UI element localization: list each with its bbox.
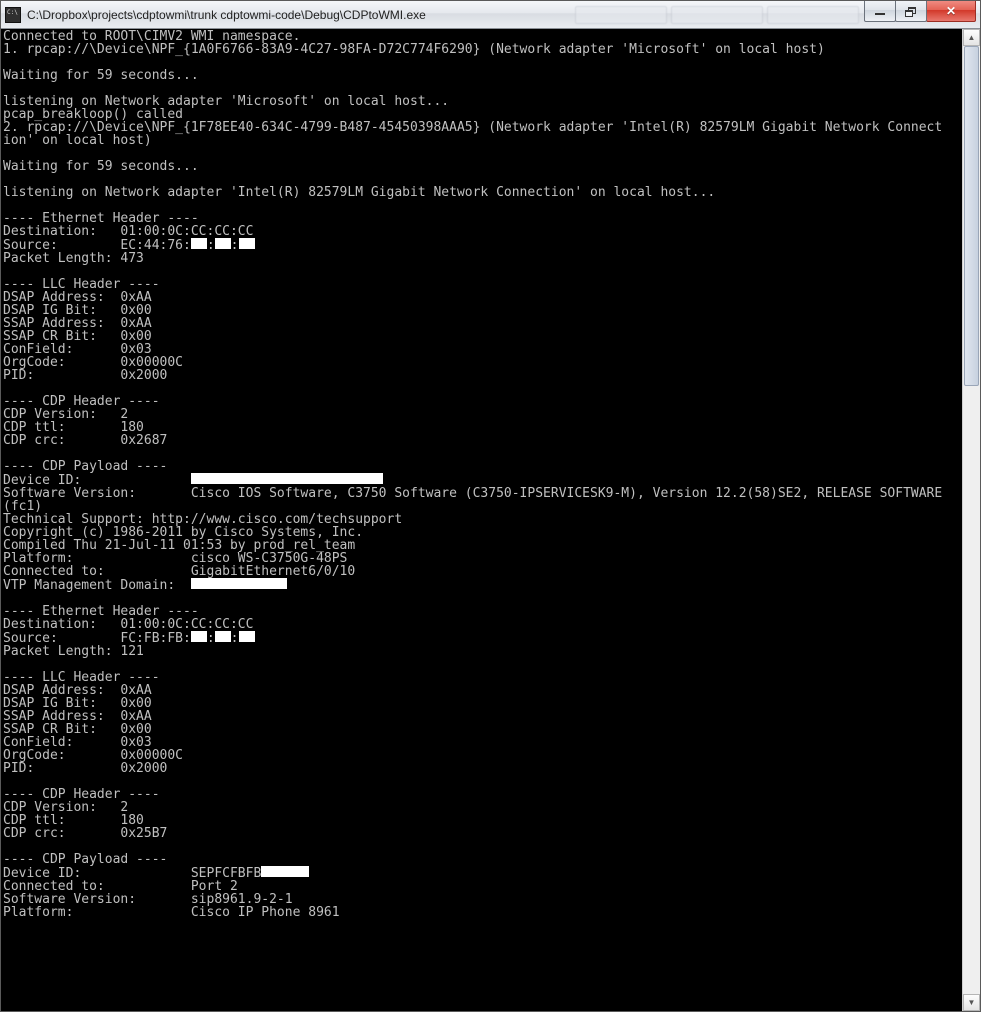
- scroll-up-button[interactable]: ▲: [963, 29, 980, 46]
- scroll-down-button[interactable]: ▼: [963, 994, 980, 1011]
- console-line: ---- CDP Payload ----: [3, 460, 960, 473]
- console-output[interactable]: Connected to ROOT\CIMV2 WMI namespace.1.…: [1, 29, 962, 1011]
- app-window: C:\Dropbox\projects\cdptowmi\trunk cdpto…: [0, 0, 981, 1012]
- redacted-text: [239, 631, 255, 642]
- console-line: Waiting for 59 seconds...: [3, 160, 960, 173]
- window-controls: [865, 1, 976, 21]
- redacted-text: [261, 866, 309, 877]
- console-line: listening on Network adapter 'Intel(R) 8…: [3, 186, 960, 199]
- console-line: ---- CDP Header ----: [3, 788, 960, 801]
- minimize-button[interactable]: [864, 1, 896, 22]
- console-line: Connected to: GigabitEthernet6/0/10: [3, 565, 960, 578]
- vertical-scrollbar[interactable]: ▲ ▼: [962, 29, 980, 1011]
- console-line: CDP crc: 0x2687: [3, 434, 960, 447]
- redacted-text: [215, 238, 231, 249]
- console-app-icon: [5, 7, 21, 23]
- console-line: Destination: 01:00:0C:CC:CC:CC: [3, 618, 960, 631]
- console-line: Software Version: Cisco IOS Software, C3…: [3, 487, 960, 500]
- redacted-text: [239, 238, 255, 249]
- console-line: Waiting for 59 seconds...: [3, 69, 960, 82]
- console-line: Platform: Cisco IP Phone 8961: [3, 906, 960, 919]
- console-line: CDP Version: 2: [3, 801, 960, 814]
- console-line: Destination: 01:00:0C:CC:CC:CC: [3, 225, 960, 238]
- console-line: PID: 0x2000: [3, 369, 960, 382]
- console-line: Source: FC:FB:FB: : :: [3, 631, 960, 645]
- console-line: CDP Version: 2: [3, 408, 960, 421]
- client-area: Connected to ROOT\CIMV2 WMI namespace.1.…: [1, 29, 980, 1011]
- scroll-track[interactable]: [963, 46, 980, 994]
- console-line: Packet Length: 121: [3, 645, 960, 658]
- console-line: Device ID:: [3, 473, 960, 487]
- console-line: PID: 0x2000: [3, 762, 960, 775]
- console-line: ---- CDP Payload ----: [3, 853, 960, 866]
- console-line: ion' on local host): [3, 134, 960, 147]
- scroll-thumb[interactable]: [964, 46, 979, 386]
- console-line: Packet Length: 473: [3, 252, 960, 265]
- console-line: Source: EC:44:76: : :: [3, 238, 960, 252]
- window-title: C:\Dropbox\projects\cdptowmi\trunk cdpto…: [27, 8, 426, 22]
- redacted-text: [191, 631, 207, 642]
- redacted-text: [191, 473, 383, 484]
- console-line: 1. rpcap://\Device\NPF_{1A0F6766-83A9-4C…: [3, 43, 960, 56]
- redacted-text: [215, 631, 231, 642]
- redacted-text: [191, 578, 287, 589]
- console-line: ---- CDP Header ----: [3, 395, 960, 408]
- redacted-text: [191, 238, 207, 249]
- console-line: VTP Management Domain:: [3, 578, 960, 592]
- console-line: CDP crc: 0x25B7: [3, 827, 960, 840]
- console-line: Device ID: SEPFCFBFB: [3, 866, 960, 880]
- restore-button[interactable]: [895, 1, 927, 22]
- titlebar[interactable]: C:\Dropbox\projects\cdptowmi\trunk cdpto…: [1, 1, 980, 29]
- background-tabs-blur: [575, 6, 859, 24]
- close-button[interactable]: [926, 1, 976, 22]
